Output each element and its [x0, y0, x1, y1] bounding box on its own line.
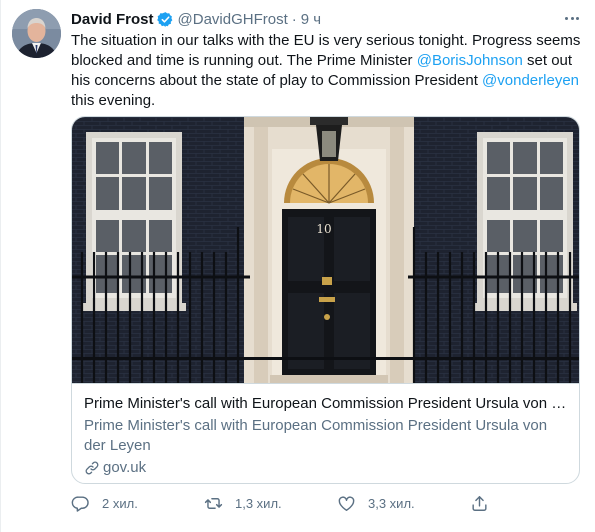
reply-count: 2 хил. — [102, 495, 138, 511]
mention-link[interactable]: @vonderleyen — [482, 72, 579, 89]
like-count: 3,3 хил. — [368, 495, 415, 511]
tweet-text-part: this evening. — [71, 92, 156, 109]
card-domain-text: gov.uk — [103, 459, 147, 476]
author-name[interactable]: David Frost — [71, 11, 154, 28]
tweet-text: The situation in our talks with the EU i… — [71, 31, 586, 111]
reply-button[interactable]: 2 хил. — [71, 494, 204, 513]
avatar[interactable] — [12, 9, 61, 58]
tweet-header: David Frost @DavidGHFrost · 9 ч — [71, 9, 321, 29]
card-title: Prime Minister's call with European Comm… — [84, 395, 567, 412]
share-icon — [472, 495, 487, 511]
tweet[interactable]: David Frost @DavidGHFrost · 9 ч The situ… — [0, 0, 595, 532]
separator-dot: · — [291, 10, 297, 28]
retweet-button[interactable]: 1,3 хил. — [204, 494, 337, 513]
like-button[interactable]: 3,3 хил. — [337, 494, 470, 513]
card-domain: gov.uk — [84, 458, 567, 478]
share-button[interactable] — [470, 494, 510, 513]
link-card[interactable]: 10 Prime Minister's call with European C… — [71, 116, 580, 484]
more-icon[interactable] — [561, 8, 583, 28]
action-bar: 2 хил. 1,3 хил. 3,3 хил. — [71, 492, 511, 514]
card-description: Prime Minister's call with European Comm… — [84, 417, 548, 454]
verified-badge-icon — [156, 11, 172, 27]
link-icon — [85, 461, 99, 475]
card-image: 10 — [72, 117, 579, 383]
reply-icon — [71, 495, 89, 512]
retweet-count: 1,3 хил. — [235, 495, 282, 511]
tweet-time[interactable]: 9 ч — [301, 11, 321, 28]
avatar-image — [12, 9, 61, 58]
card-body: Prime Minister's call with European Comm… — [72, 383, 579, 483]
door-number: 10 — [316, 222, 331, 236]
like-icon — [338, 495, 355, 511]
retweet-icon — [204, 497, 223, 509]
author-handle[interactable]: @DavidGHFrost — [178, 11, 288, 28]
mention-link[interactable]: @BorisJohnson — [417, 52, 523, 69]
